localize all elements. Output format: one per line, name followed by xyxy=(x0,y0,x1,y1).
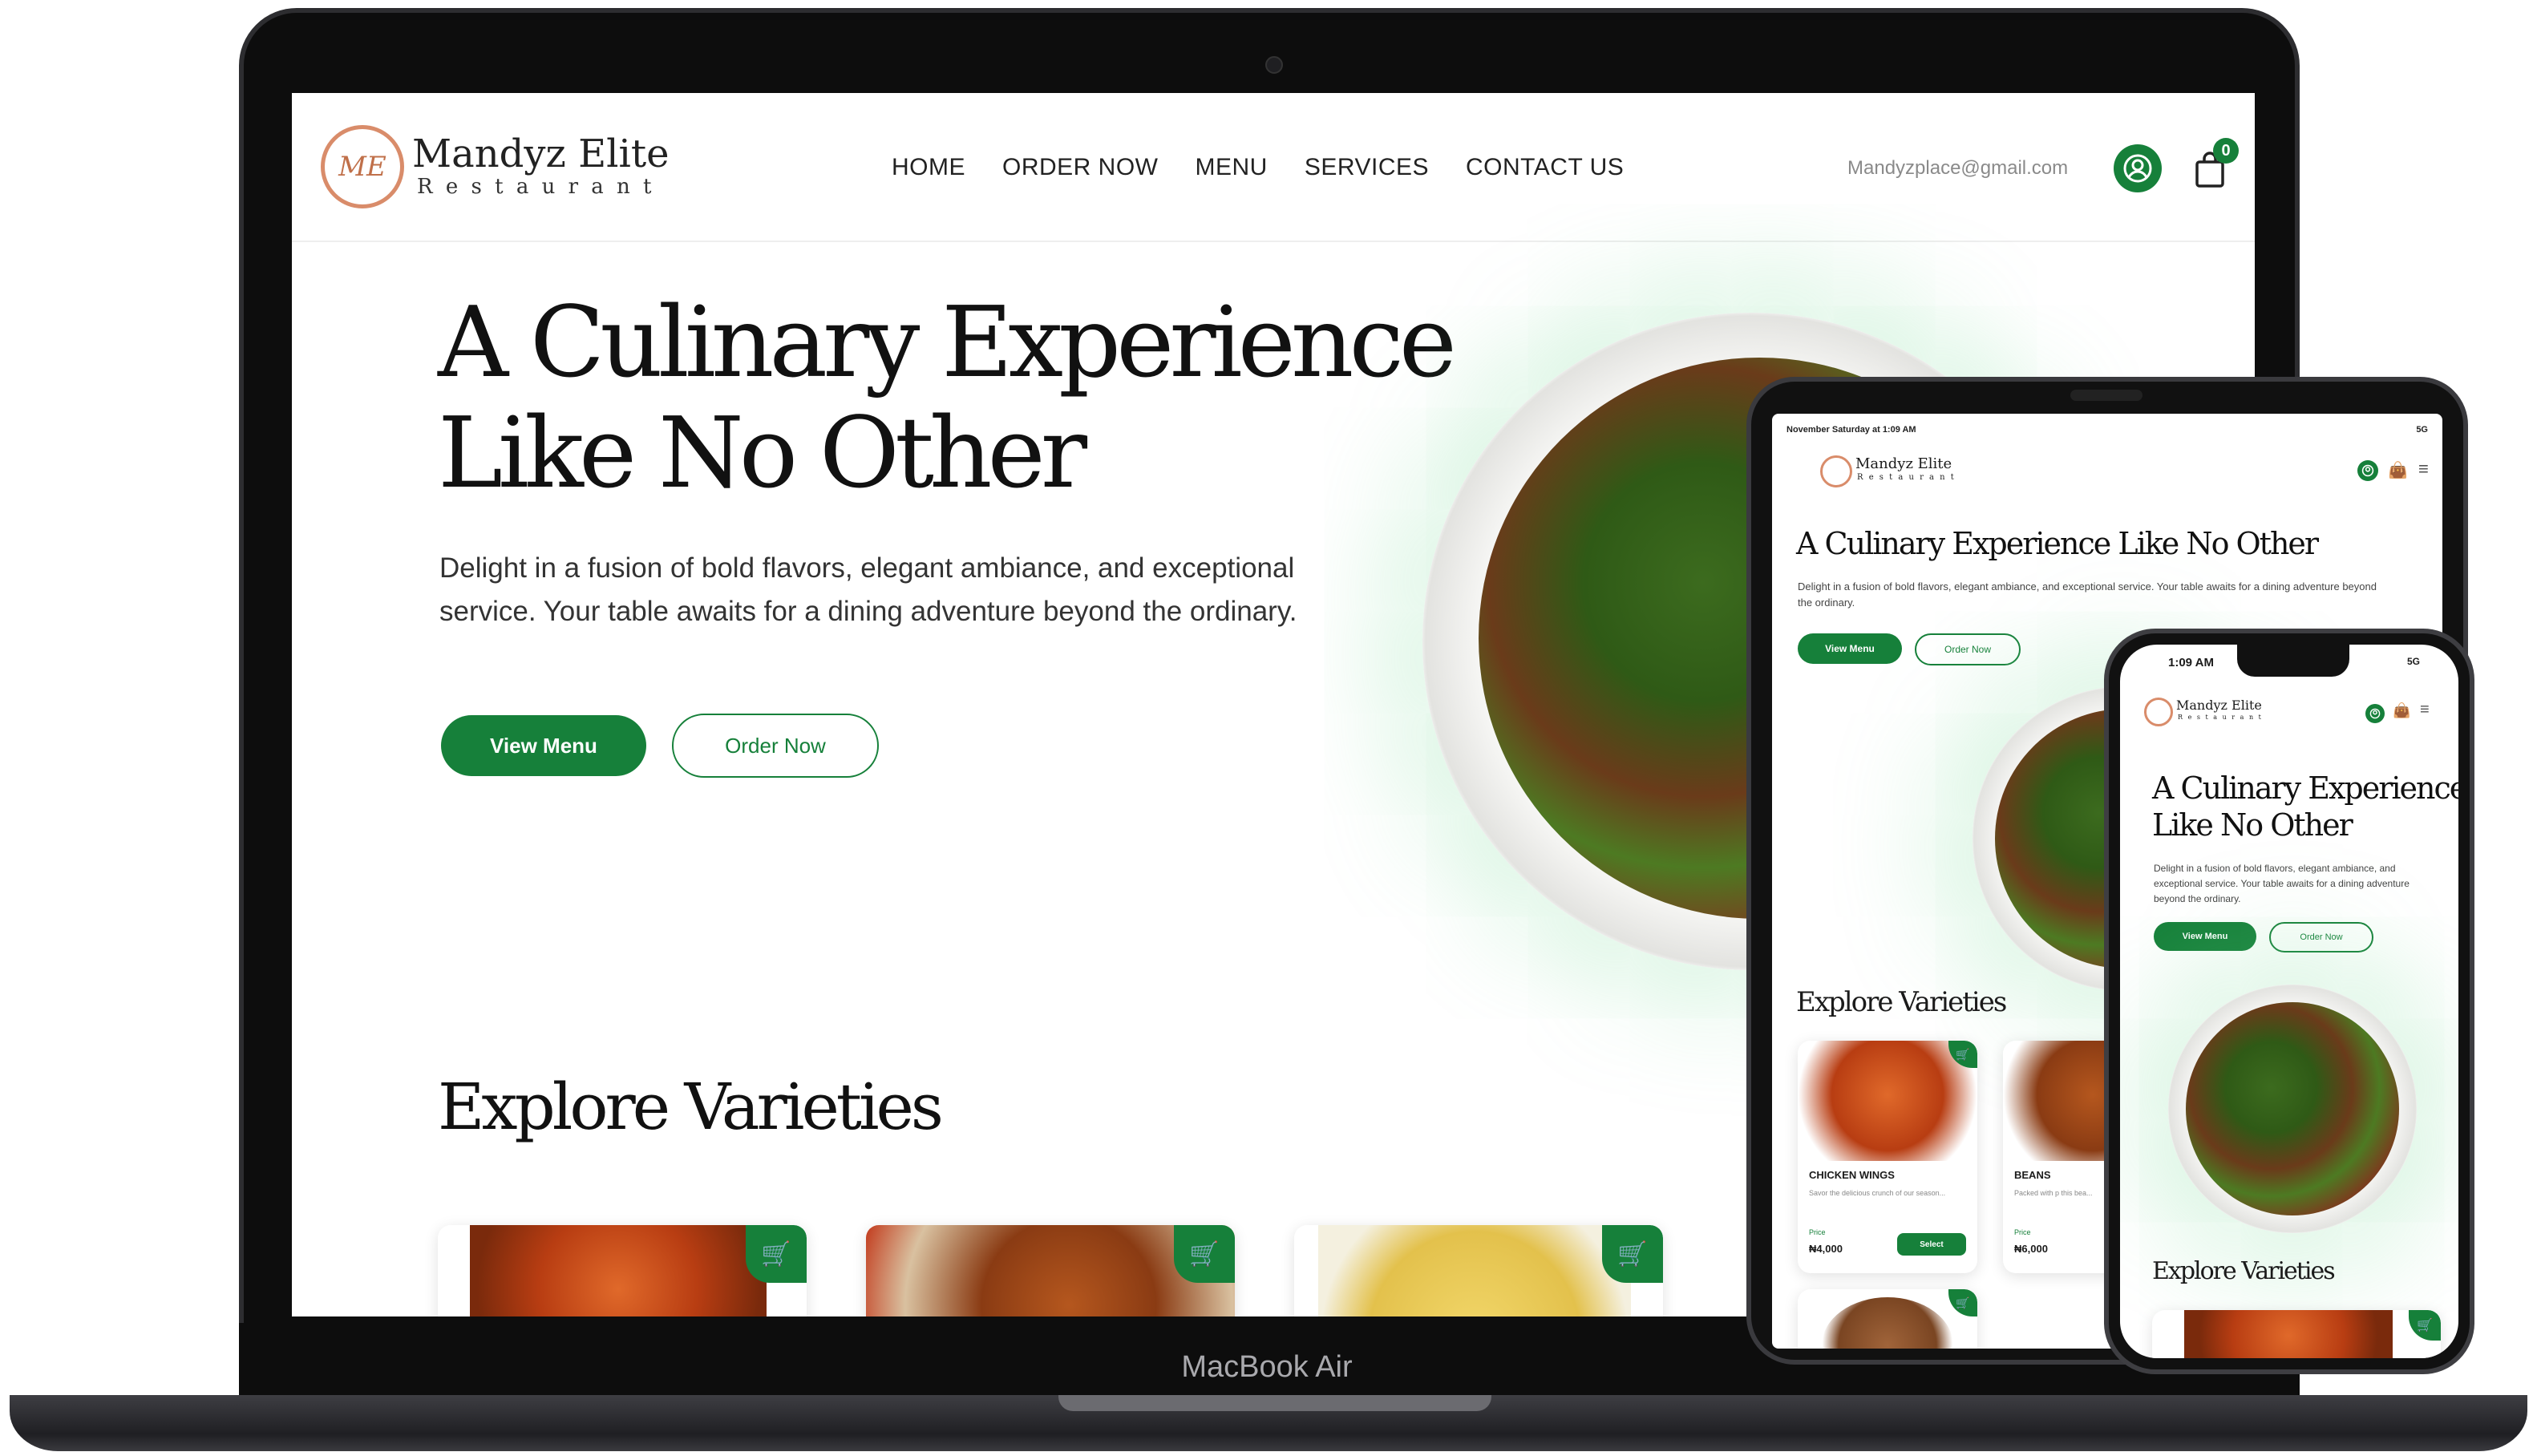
hero-dish-image xyxy=(2186,1002,2399,1215)
explore-heading: Explore Varieties xyxy=(2152,1257,2336,1285)
product-image xyxy=(1822,1297,1953,1349)
logo-monogram: ME xyxy=(338,151,386,183)
add-to-cart-button[interactable]: 🛒 xyxy=(1602,1225,1663,1283)
product-name: BEANS xyxy=(2014,1169,2051,1181)
tablet-status-time: November Saturday at 1:09 AM xyxy=(1786,425,1916,435)
camera-icon xyxy=(1265,56,1283,74)
contact-email[interactable]: Mandyzplace@gmail.com xyxy=(1847,157,2068,180)
nav-contact-us[interactable]: CONTACT US xyxy=(1466,154,1624,181)
hero-description: Delight in a fusion of bold flavors, ele… xyxy=(1798,580,2377,609)
account-button[interactable] xyxy=(2114,144,2162,192)
cart-icon: 🛒 xyxy=(1189,1240,1220,1268)
user-circle-icon xyxy=(2369,708,2381,719)
brand-subtitle: R e s t a u r a n t xyxy=(417,175,655,199)
view-menu-button[interactable]: View Menu xyxy=(2154,922,2256,951)
view-menu-button[interactable]: View Menu xyxy=(441,715,646,776)
brand-name: Mandyz Elite xyxy=(1855,455,1952,472)
laptop-label: MacBook Air xyxy=(1181,1350,1353,1384)
price-label: Price xyxy=(1809,1228,1826,1236)
cart-icon: 🛒 xyxy=(2417,1319,2433,1333)
tablet-camera xyxy=(2070,390,2142,401)
product-card[interactable]: 🛒 xyxy=(866,1225,1235,1316)
price-label: Price xyxy=(2014,1228,2031,1236)
select-button[interactable]: Select xyxy=(1897,1233,1966,1256)
product-card[interactable]: 🛒 xyxy=(1294,1225,1663,1316)
logo-badge[interactable]: ME xyxy=(321,125,404,208)
product-card[interactable]: 🛒 xyxy=(1798,1289,1977,1349)
product-image xyxy=(2184,1310,2393,1358)
add-to-cart-button[interactable]: 🛒 xyxy=(746,1225,807,1283)
cart-icon: 🛒 xyxy=(1956,1047,1970,1061)
nav-home[interactable]: HOME xyxy=(892,154,965,181)
cart-count-badge: 0 xyxy=(2213,138,2239,164)
phone-notch xyxy=(2237,645,2349,677)
brand-name: Mandyz Elite xyxy=(2176,698,2262,713)
product-description: Savor the delicious crunch of our season… xyxy=(1809,1189,1946,1197)
hamburger-icon[interactable]: ≡ xyxy=(2420,701,2430,719)
hero-title-line2: Like No Other xyxy=(438,396,1087,510)
product-card[interactable]: 🛒 xyxy=(2152,1310,2441,1358)
brand-name: Mandyz Elite xyxy=(412,131,670,176)
brand-subtitle: R e s t a u r a n t xyxy=(2178,714,2263,721)
account-button[interactable] xyxy=(2357,460,2378,481)
logo-badge[interactable] xyxy=(2144,698,2173,726)
product-image xyxy=(1318,1225,1631,1316)
product-image xyxy=(1798,1041,1977,1161)
hero-title-line2: Like No Other xyxy=(2152,807,2353,843)
mobile-page: 1:09 AM 5G Mandyz Elite R e s t a u r a … xyxy=(2120,645,2458,1358)
hamburger-icon[interactable]: ≡ xyxy=(2418,459,2429,479)
nav-order-now[interactable]: ORDER NOW xyxy=(1002,154,1159,181)
hero-description: Delight in a fusion of bold flavors, ele… xyxy=(439,552,1297,627)
add-to-cart-button[interactable]: 🛒 xyxy=(1948,1289,1977,1316)
tablet-status-signal: 5G xyxy=(2416,425,2428,435)
order-now-button[interactable]: Order Now xyxy=(1915,633,2021,665)
header-divider xyxy=(292,241,2255,242)
user-circle-icon xyxy=(2123,154,2152,183)
product-price: ₦4,000 xyxy=(1809,1243,1843,1255)
product-card[interactable]: 🛒 xyxy=(438,1225,807,1316)
main-nav: HOME ORDER NOW MENU SERVICES CONTACT US xyxy=(892,154,1624,181)
add-to-cart-button[interactable]: 🛒 xyxy=(2409,1310,2441,1341)
phone-status-time: 1:09 AM xyxy=(2168,656,2214,669)
cart-icon: 🛒 xyxy=(1617,1240,1648,1268)
add-to-cart-button[interactable]: 🛒 xyxy=(1174,1225,1235,1283)
product-card[interactable]: 🛒 CHICKEN WINGS Savor the delicious crun… xyxy=(1798,1041,1977,1273)
hero-description: Delight in a fusion of bold flavors, ele… xyxy=(2154,863,2410,904)
nav-menu[interactable]: MENU xyxy=(1196,154,1268,181)
account-button[interactable] xyxy=(2365,704,2385,723)
laptop-hinge-notch xyxy=(1058,1395,1491,1411)
explore-heading: Explore Varieties xyxy=(1796,986,2007,1018)
hero-title-line1: A Culinary Experience xyxy=(438,285,1457,399)
product-image xyxy=(470,1225,767,1316)
explore-heading: Explore Varieties xyxy=(438,1070,944,1144)
cart-icon: 🛒 xyxy=(1956,1296,1970,1309)
order-now-button[interactable]: Order Now xyxy=(2269,922,2373,952)
shopping-bag-icon[interactable]: 👜 xyxy=(2388,460,2408,480)
shopping-bag-icon[interactable]: 👜 xyxy=(2393,702,2410,719)
view-menu-button[interactable]: View Menu xyxy=(1798,633,1902,664)
phone-status-signal: 5G xyxy=(2406,656,2420,667)
nav-services[interactable]: SERVICES xyxy=(1305,154,1429,181)
cart-icon: 🛒 xyxy=(761,1240,791,1268)
hero-title-line1: A Culinary Experience xyxy=(2152,770,2458,806)
user-circle-icon xyxy=(2361,464,2374,477)
brand-subtitle: R e s t a u r a n t xyxy=(1857,473,1956,482)
order-now-button[interactable]: Order Now xyxy=(672,714,879,778)
product-name: CHICKEN WINGS xyxy=(1809,1169,1895,1181)
product-price: ₦6,000 xyxy=(2014,1243,2048,1255)
hero-title: A Culinary Experience Like No Other xyxy=(1796,526,2319,561)
logo-badge[interactable] xyxy=(1820,455,1852,487)
product-description: Packed with p this bea... xyxy=(2014,1189,2093,1197)
